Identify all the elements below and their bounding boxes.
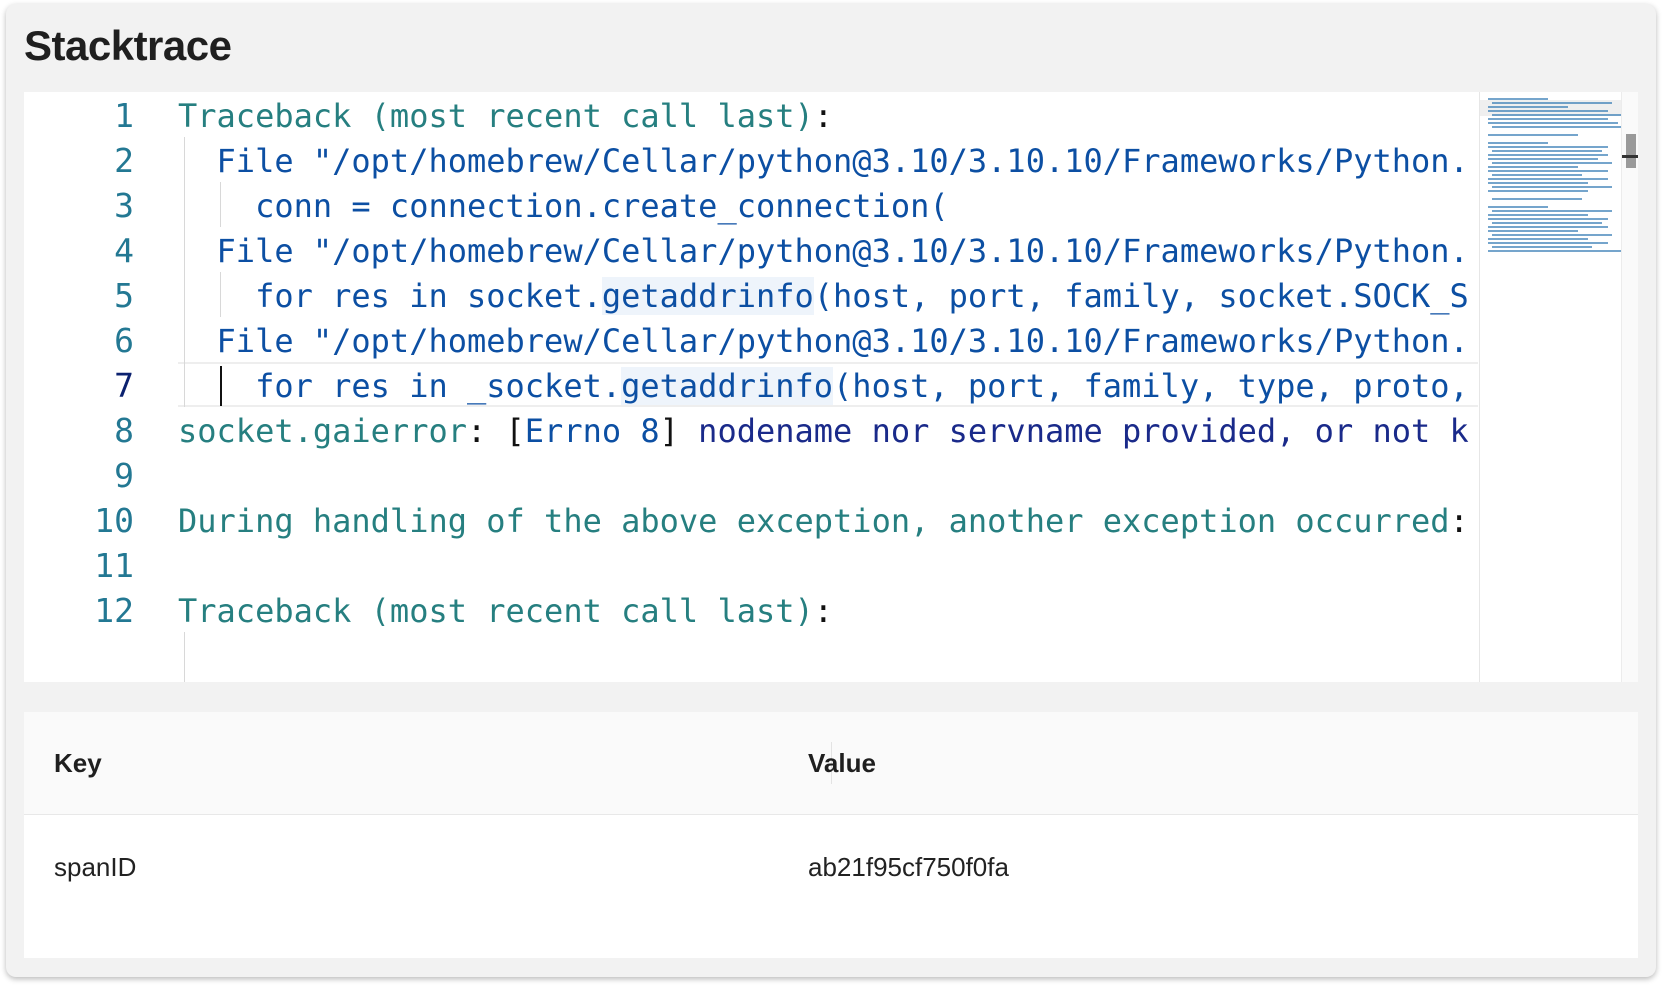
line-number: 9	[114, 456, 134, 495]
minimap-line	[1492, 246, 1592, 248]
indent-guide	[220, 272, 221, 317]
code-line[interactable]: During handling of the above exception, …	[178, 497, 1469, 545]
code-line[interactable]: for res in _socket.getaddrinfo(host, por…	[178, 362, 1469, 410]
code-line[interactable]: Traceback (most recent call last):	[178, 587, 833, 635]
code-token: (host, port, family, type, proto,	[833, 367, 1469, 405]
minimap-line	[1488, 218, 1608, 220]
line-number: 4	[114, 231, 134, 270]
line-number: 10	[94, 501, 134, 540]
minimap-line	[1492, 222, 1602, 224]
key-column-header[interactable]: Key	[54, 712, 102, 814]
line-number-gutter: 1 2 3 4 5 6 7 8 9 10 11 12	[24, 92, 134, 682]
panel-title: Stacktrace	[24, 22, 232, 69]
minimap-line	[1488, 170, 1608, 172]
line-number: 5	[114, 276, 134, 315]
code-editor[interactable]: 1 2 3 4 5 6 7 8 9 10 11 12 Traceback (most recent c…	[24, 92, 1638, 682]
minimap-line	[1488, 110, 1608, 112]
minimap-line	[1488, 106, 1568, 108]
line-number: 1	[114, 96, 134, 135]
scrollbar-cursor-marker	[1622, 155, 1638, 158]
minimap[interactable]	[1479, 92, 1627, 682]
indent-guide	[220, 182, 221, 227]
minimap-line	[1488, 166, 1578, 168]
line-number: 11	[94, 546, 134, 585]
vertical-scrollbar[interactable]	[1621, 92, 1638, 682]
line-number: 12	[94, 591, 134, 630]
code-token: :	[466, 412, 506, 450]
scrollbar-thumb[interactable]	[1626, 134, 1636, 168]
code-token: :	[1449, 502, 1469, 540]
minimap-line	[1488, 158, 1598, 160]
line-number: 2	[114, 141, 134, 180]
code-token: During handling of the above exception, …	[178, 502, 1450, 540]
code-line[interactable]: socket.gaierror: [Errno 8] nodename nor …	[178, 407, 1469, 455]
code-token: [	[505, 412, 525, 450]
table-header: Key Value	[24, 712, 1638, 815]
code-token: for res in _socket.	[178, 367, 622, 405]
minimap-line	[1488, 206, 1548, 208]
code-token: Traceback (most recent call last)	[178, 592, 814, 630]
code-token: ]	[659, 412, 679, 450]
minimap-line	[1488, 142, 1548, 144]
code-area[interactable]: Traceback (most recent call last): File …	[178, 92, 1478, 682]
minimap-line	[1488, 242, 1608, 244]
minimap-line	[1488, 214, 1588, 216]
code-token: getaddrinfo	[601, 277, 814, 315]
minimap-line	[1492, 186, 1612, 188]
minimap-line	[1488, 134, 1578, 136]
minimap-line	[1488, 178, 1608, 180]
minimap-line	[1488, 154, 1608, 156]
line-number: 3	[114, 186, 134, 225]
minimap-line	[1492, 126, 1627, 128]
code-token: :	[813, 97, 834, 135]
line-number: 6	[114, 321, 134, 360]
code-token: Errno 8	[524, 412, 660, 450]
minimap-line	[1488, 238, 1588, 240]
minimap-line	[1488, 190, 1588, 192]
code-token: for res in socket.	[178, 277, 602, 315]
minimap-line	[1488, 146, 1608, 148]
code-token: nodename nor servname provided, or not k	[678, 412, 1469, 450]
minimap-line	[1488, 230, 1578, 232]
minimap-line	[1488, 98, 1548, 100]
minimap-line	[1492, 198, 1582, 200]
line-number: 8	[114, 411, 134, 450]
code-line[interactable]: Traceback (most recent call last):	[178, 92, 833, 140]
code-token: conn = connection.create_connection(	[178, 187, 949, 225]
minimap-line	[1492, 114, 1622, 116]
minimap-line	[1488, 118, 1608, 120]
attributes-table: Key Value spanID ab21f95cf750f0fa	[24, 712, 1638, 958]
code-token: File "/opt/homebrew/Cellar/python@3.10/3…	[178, 232, 1469, 270]
code-line[interactable]: for res in socket.getaddrinfo(host, port…	[178, 272, 1469, 320]
minimap-line	[1492, 162, 1612, 164]
minimap-line	[1488, 122, 1618, 124]
row-key-cell: spanID	[54, 852, 137, 882]
code-token: socket.gaierror	[178, 412, 467, 450]
code-token: File "/opt/homebrew/Cellar/python@3.10/3…	[178, 322, 1469, 360]
code-token: Traceback (most recent call last)	[178, 97, 814, 135]
code-token: File "/opt/homebrew/Cellar/python@3.10/3…	[178, 142, 1469, 180]
minimap-line	[1492, 102, 1612, 104]
stacktrace-card: Stacktrace 1 2 3 4 5 6 7 8 9 10 11 12 Traceback (mo…	[6, 4, 1656, 977]
indent-guide	[184, 632, 185, 682]
code-line[interactable]: File "/opt/homebrew/Cellar/python@3.10/3…	[178, 137, 1469, 185]
line-number: 7	[114, 366, 134, 405]
minimap-line	[1488, 182, 1588, 184]
minimap-line	[1492, 210, 1612, 212]
row-value-cell: ab21f95cf750f0fa	[808, 852, 1009, 882]
code-token: :	[813, 592, 834, 630]
indent-guide	[184, 137, 185, 407]
code-line[interactable]: File "/opt/homebrew/Cellar/python@3.10/3…	[178, 227, 1469, 275]
code-line[interactable]: conn = connection.create_connection(	[178, 182, 949, 230]
minimap-line	[1492, 174, 1582, 176]
minimap-line	[1492, 234, 1612, 236]
code-token: (host, port, family, socket.SOCK_S	[813, 277, 1469, 315]
code-line[interactable]: File "/opt/homebrew/Cellar/python@3.10/3…	[178, 317, 1469, 365]
code-token: getaddrinfo	[621, 367, 834, 405]
value-column-header[interactable]: Value	[808, 712, 876, 814]
minimap-line	[1488, 250, 1623, 252]
minimap-line	[1492, 150, 1602, 152]
text-cursor	[220, 366, 222, 406]
minimap-line	[1488, 226, 1608, 228]
